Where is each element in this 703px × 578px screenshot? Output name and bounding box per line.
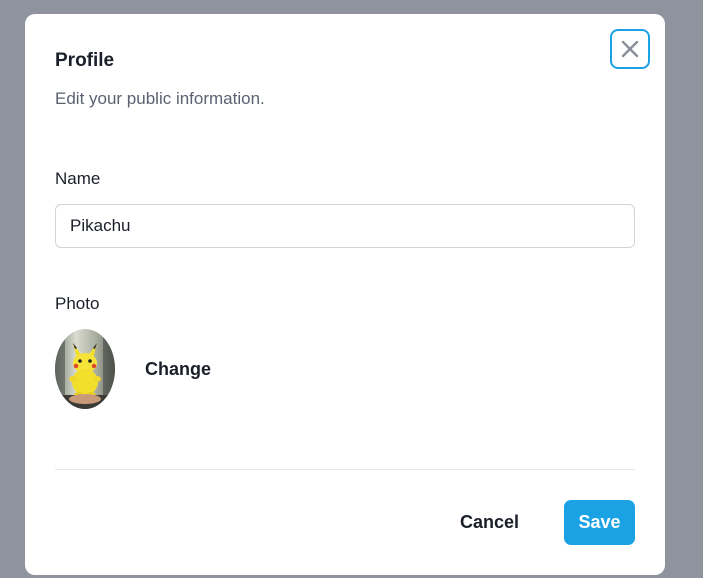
close-icon bbox=[619, 38, 641, 60]
divider bbox=[55, 469, 635, 470]
name-label: Name bbox=[55, 169, 101, 188]
dialog-title: Profile bbox=[55, 50, 115, 71]
change-photo-button[interactable]: Change bbox=[133, 351, 223, 387]
avatar bbox=[55, 329, 115, 409]
close-button[interactable] bbox=[610, 29, 650, 69]
profile-dialog: Profile Edit your public information. Na… bbox=[25, 14, 665, 575]
dialog-subtitle: Edit your public information. bbox=[55, 89, 265, 108]
cancel-button[interactable]: Cancel bbox=[443, 500, 536, 545]
name-input[interactable] bbox=[55, 204, 635, 248]
photo-label: Photo bbox=[55, 294, 100, 313]
save-button[interactable]: Save bbox=[564, 500, 635, 545]
